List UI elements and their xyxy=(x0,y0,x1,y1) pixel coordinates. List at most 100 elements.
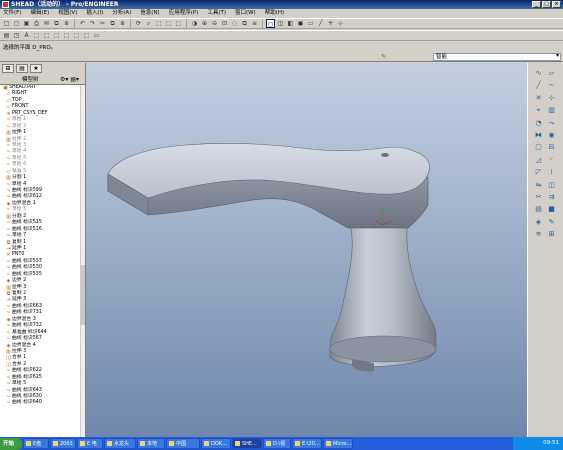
toolbar2-button-0-icon[interactable]: ▤ xyxy=(2,31,11,40)
paste-icon[interactable]: ⧈ xyxy=(62,19,71,28)
toolbar2-button-6-icon[interactable]: ⬚ xyxy=(62,31,71,40)
menu-edit[interactable]: 编辑(E) xyxy=(30,9,49,18)
menu-info[interactable]: 信息(N) xyxy=(140,9,159,18)
maximize-button[interactable]: □ xyxy=(542,1,551,8)
style-icon[interactable]: ✎ xyxy=(547,218,556,227)
faucet-model[interactable] xyxy=(86,63,527,437)
round-icon[interactable]: ◜ xyxy=(547,156,556,165)
tree-scrollbar[interactable] xyxy=(80,85,85,437)
refit-icon[interactable]: ⊡ xyxy=(220,19,229,28)
select-icon[interactable]: ⬚ xyxy=(154,19,163,28)
tree-settings-icon[interactable]: ⚙▾ ▤▾ xyxy=(60,76,79,83)
taskbar-item[interactable]: E:\20... xyxy=(292,438,322,449)
thicken-icon[interactable]: ▤ xyxy=(534,205,543,214)
menu-tools[interactable]: 工具(T) xyxy=(207,9,226,18)
shell-icon[interactable]: ▢ xyxy=(534,143,543,152)
point-icon[interactable]: ✕ xyxy=(534,94,543,103)
menu-applications[interactable]: 应用程序(P) xyxy=(169,9,199,18)
hole-icon[interactable]: ◉ xyxy=(547,131,556,140)
repaint-icon[interactable]: ⬚ xyxy=(164,19,173,28)
toolbar2-button-4-icon[interactable]: ⬚ xyxy=(42,31,51,40)
draft-icon[interactable]: ◿ xyxy=(534,156,543,165)
merge-icon[interactable]: ◫ xyxy=(547,181,556,190)
solidify-icon[interactable]: ■ xyxy=(547,205,556,214)
trim-icon[interactable]: ✂ xyxy=(534,193,543,202)
new-icon[interactable]: □ xyxy=(2,19,11,28)
tree-item[interactable]: ~ 曲线 标识640 xyxy=(2,400,85,406)
warp-icon[interactable]: ≋ xyxy=(534,230,543,239)
taskbar-item[interactable]: D:\视 xyxy=(263,438,291,449)
datum-axis-icon[interactable]: ╱ xyxy=(316,19,325,28)
chamfer-icon[interactable]: ◸ xyxy=(534,168,543,177)
plane-icon[interactable]: ▱ xyxy=(547,69,556,78)
menu-insert[interactable]: 插入(I) xyxy=(86,9,103,18)
offset-icon[interactable]: ⇉ xyxy=(547,193,556,202)
taskbar-item[interactable]: E盘 xyxy=(23,438,49,449)
wireframe-icon[interactable]: ◻ xyxy=(266,19,275,28)
minimize-button[interactable]: _ xyxy=(532,1,541,8)
datum-point-icon[interactable]: ✳ xyxy=(326,19,335,28)
scrollbar-thumb[interactable] xyxy=(81,265,85,325)
toolbar2-button-1-icon[interactable]: ◳ xyxy=(12,31,21,40)
analysis-icon[interactable]: ⌖ xyxy=(534,106,543,115)
toolbar2-button-5-icon[interactable]: ⬚ xyxy=(52,31,61,40)
redo-icon[interactable]: ↷ xyxy=(88,19,97,28)
start-button[interactable]: 开始 xyxy=(0,437,22,450)
taskbar-item[interactable]: 2063 xyxy=(50,438,76,449)
datum-icon[interactable]: ⊞ xyxy=(547,230,556,239)
toolbar2-button-9-icon[interactable]: ▭ xyxy=(92,31,101,40)
print-icon[interactable]: ⎙ xyxy=(32,19,41,28)
boundary-icon[interactable]: ◈ xyxy=(534,218,543,227)
tab-favorites[interactable]: ★ xyxy=(30,64,42,73)
paste2-icon[interactable]: ⧈ xyxy=(118,19,127,28)
spin-icon[interactable]: ◌ xyxy=(230,19,239,28)
axis-icon[interactable]: ╱ xyxy=(534,81,543,90)
toolbar2-button-7-icon[interactable]: ⬚ xyxy=(72,31,81,40)
tab-model-tree[interactable]: ⊞ xyxy=(2,64,14,73)
menu-help[interactable]: 帮助(H) xyxy=(265,9,284,18)
sketch-icon[interactable]: ∿ xyxy=(534,69,543,78)
orient-icon[interactable]: ⬚ xyxy=(174,19,183,28)
menu-analysis[interactable]: 分析(A) xyxy=(112,9,131,18)
taskbar-item[interactable]: 本地 xyxy=(137,438,165,449)
cut-icon[interactable]: ✂ xyxy=(98,19,107,28)
layers-icon[interactable]: ≡ xyxy=(250,19,259,28)
taskbar-item[interactable]: Micro... xyxy=(323,438,353,449)
taskbar-item[interactable]: DOK... xyxy=(201,438,231,449)
rib-icon[interactable]: ⊟ xyxy=(547,143,556,152)
revolve-icon[interactable]: ◔ xyxy=(534,119,543,128)
find-icon[interactable]: ⌕ xyxy=(144,19,153,28)
menu-view[interactable]: 视图(V) xyxy=(58,9,77,18)
taskbar-item[interactable]: E 电 xyxy=(77,438,103,449)
csys-icon[interactable]: ⊹ xyxy=(547,94,556,103)
mirror-icon[interactable]: ⇋ xyxy=(534,181,543,190)
menu-file[interactable]: 文件(F) xyxy=(3,9,21,18)
extrude-icon[interactable]: ▥ xyxy=(547,106,556,115)
selection-filter-icon[interactable]: ✎ xyxy=(381,53,389,61)
selection-filter-dropdown[interactable]: 智能 xyxy=(433,53,561,61)
saved-view-icon[interactable]: ⧉ xyxy=(240,19,249,28)
mail-icon[interactable]: ✉ xyxy=(42,19,51,28)
zoom-in-icon[interactable]: ⊕ xyxy=(200,19,209,28)
taskbar-item[interactable]: 中国 xyxy=(166,438,200,449)
blend-icon[interactable]: ⧓ xyxy=(534,131,543,140)
taskbar-item[interactable]: SHE... xyxy=(232,438,262,449)
menu-window[interactable]: 窗口(W) xyxy=(235,9,256,18)
shade-icon[interactable]: ◑ xyxy=(190,19,199,28)
pattern-icon[interactable]: ⁞ xyxy=(547,168,556,177)
csys-icon[interactable]: ⊹ xyxy=(336,19,345,28)
open-icon[interactable]: ▢ xyxy=(12,19,21,28)
tab-folder[interactable]: ▤ xyxy=(16,64,28,73)
save-icon[interactable]: ▣ xyxy=(22,19,31,28)
datum-plane-icon[interactable]: ▭ xyxy=(306,19,315,28)
hidden-icon[interactable]: ◫ xyxy=(276,19,285,28)
toolbar2-button-2-icon[interactable]: A xyxy=(22,31,31,40)
zoom-out-icon[interactable]: ⊖ xyxy=(210,19,219,28)
graphics-viewport[interactable] xyxy=(86,63,527,437)
undo-icon[interactable]: ↶ xyxy=(78,19,87,28)
close-button[interactable]: × xyxy=(552,1,561,8)
regen-icon[interactable]: ⟳ xyxy=(134,19,143,28)
shading-icon[interactable]: ◼ xyxy=(296,19,305,28)
taskbar-item[interactable]: 水龙头 xyxy=(104,438,136,449)
copy-icon[interactable]: ⧉ xyxy=(52,19,61,28)
